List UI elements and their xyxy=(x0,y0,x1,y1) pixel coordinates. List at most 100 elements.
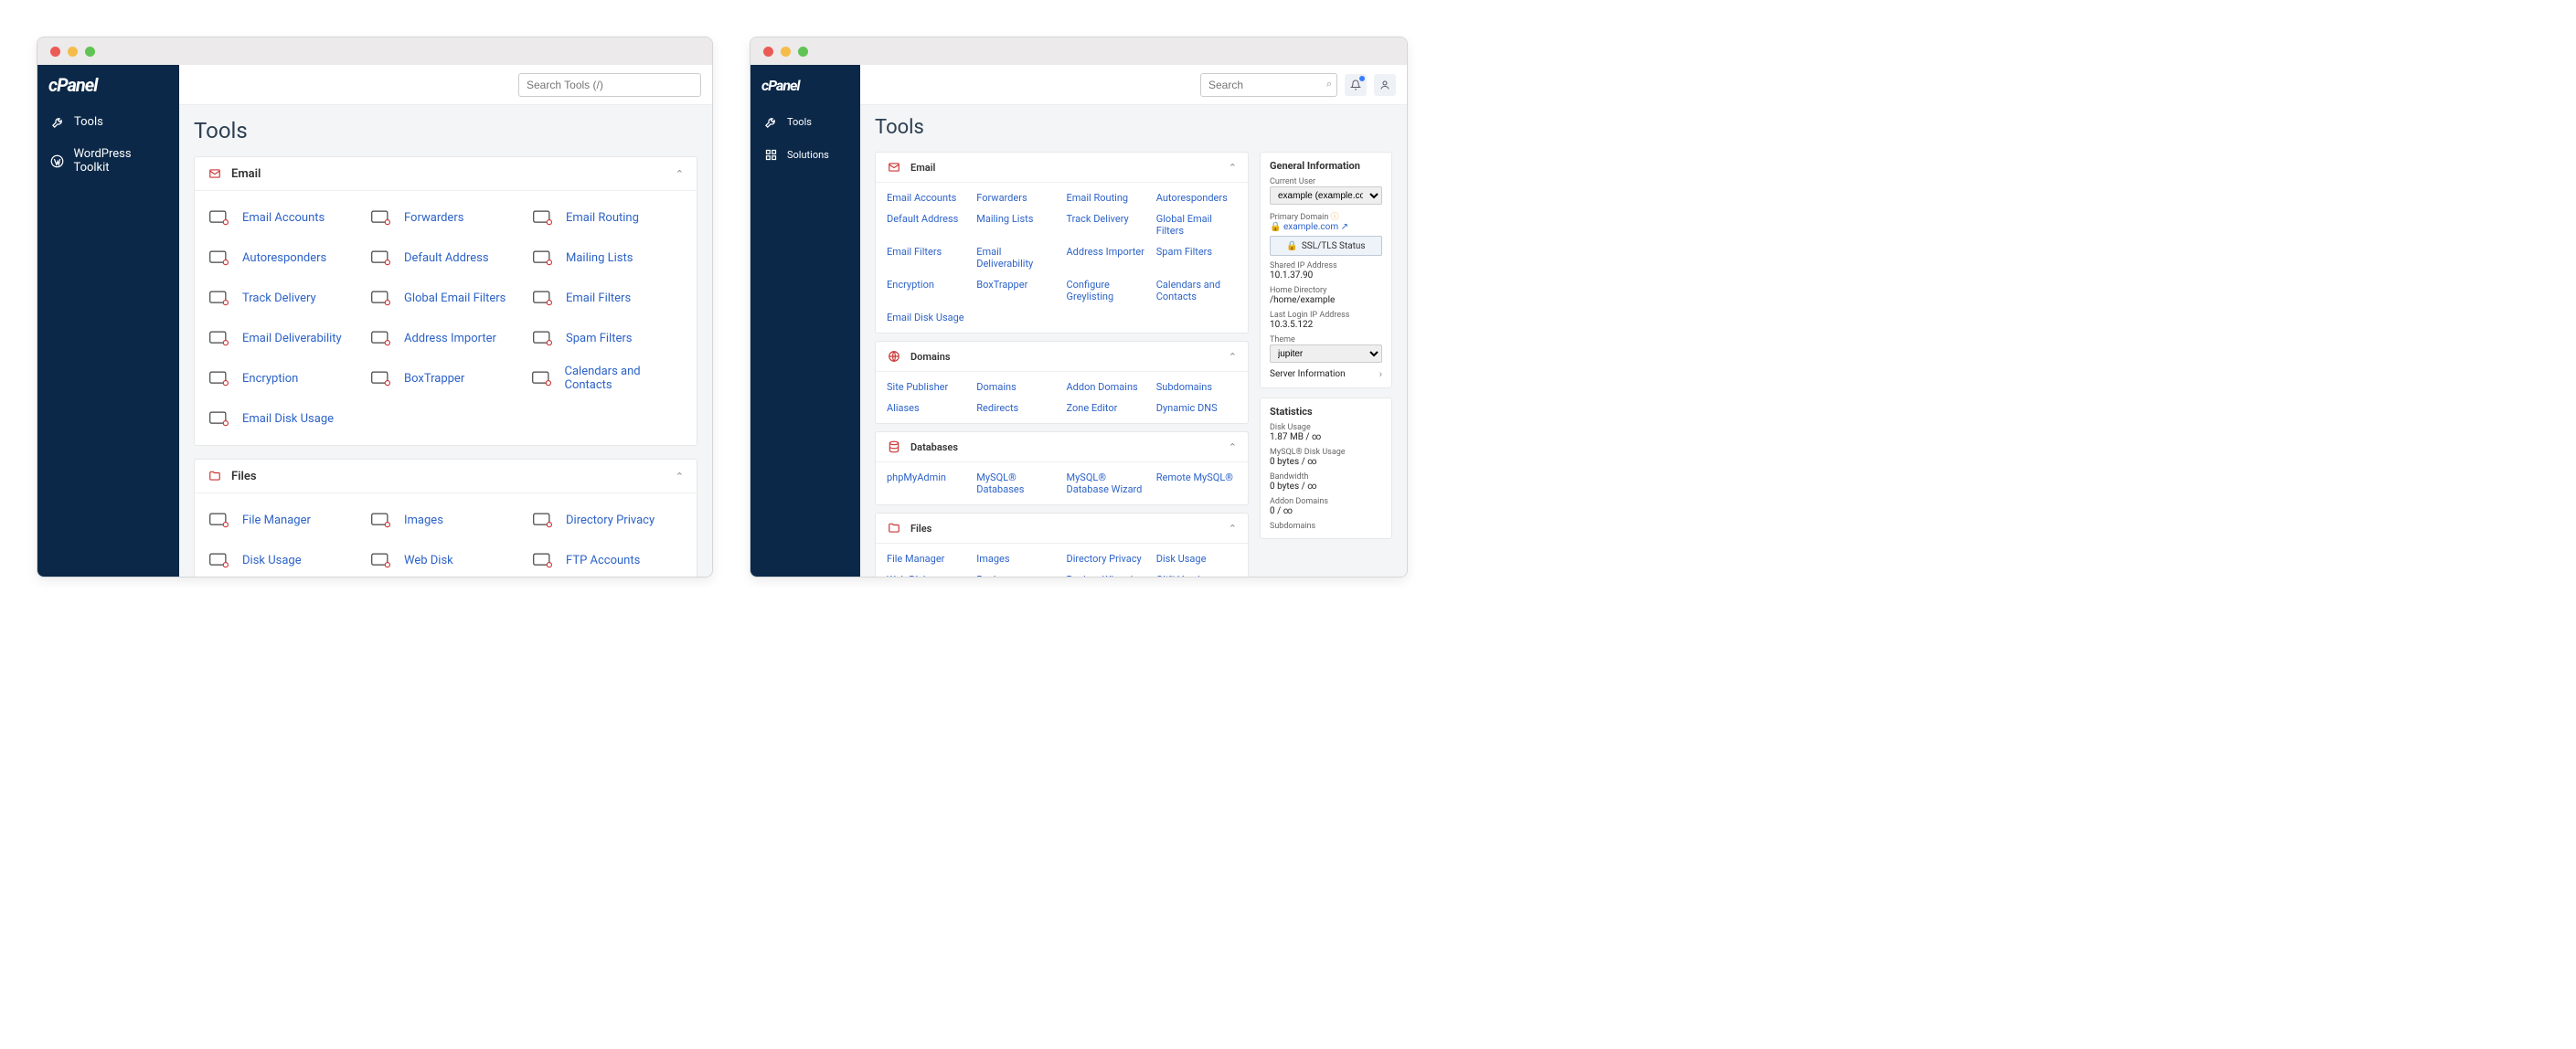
tool-file-manager[interactable]: File Manager xyxy=(887,551,967,567)
tool-address-importer[interactable]: Address Importer xyxy=(1067,244,1147,271)
tool-calendars-and-contacts[interactable]: Calendars and Contacts xyxy=(1156,277,1237,304)
zoom-icon[interactable] xyxy=(85,47,95,57)
tool-addon-domains[interactable]: Addon Domains xyxy=(1067,379,1147,395)
tool-directory-privacy[interactable]: Directory Privacy xyxy=(1067,551,1147,567)
tool-subdomains[interactable]: Subdomains xyxy=(1156,379,1237,395)
tool-forwarders[interactable]: Forwarders xyxy=(976,190,1057,206)
sidebar: cPanel ToolsSolutions xyxy=(750,65,860,577)
tool-remote-mysql-[interactable]: Remote MySQL® xyxy=(1156,470,1237,497)
tool-web-disk[interactable]: Web Disk xyxy=(887,572,967,577)
minimize-icon[interactable] xyxy=(68,47,78,57)
theme-select[interactable]: jupiter xyxy=(1270,344,1382,363)
tool-phpmyadmin[interactable]: phpMyAdmin xyxy=(887,470,967,497)
tool-images[interactable]: Images xyxy=(369,503,522,537)
sidebar-item-wordpress-toolkit[interactable]: WordPress Toolkit xyxy=(37,138,179,184)
tool-icon xyxy=(531,208,555,227)
close-icon[interactable] xyxy=(763,47,773,57)
tool-icon xyxy=(208,369,231,387)
tool-email-routing[interactable]: Email Routing xyxy=(531,200,684,235)
tool-images[interactable]: Images xyxy=(976,551,1057,567)
primary-domain-value[interactable]: 🔒 example.com ↗ xyxy=(1270,222,1382,232)
sidebar-item-tools[interactable]: Tools xyxy=(750,105,860,138)
server-information-link[interactable]: Server Information › xyxy=(1270,363,1382,380)
tool-default-address[interactable]: Default Address xyxy=(887,211,967,238)
tool-git-version-control[interactable]: Git™ Version Control xyxy=(1156,572,1237,577)
tool-web-disk[interactable]: Web Disk xyxy=(369,543,522,577)
tool-backup-wizard[interactable]: Backup Wizard xyxy=(1067,572,1147,577)
tool-file-manager[interactable]: File Manager xyxy=(208,503,360,537)
section-header-files[interactable]: Files⌃ xyxy=(195,460,697,493)
ssl-status-button[interactable]: 🔒 SSL/TLS Status xyxy=(1270,236,1382,256)
tool-default-address[interactable]: Default Address xyxy=(369,240,522,275)
search-input[interactable] xyxy=(1200,73,1337,97)
tool-directory-privacy[interactable]: Directory Privacy xyxy=(531,503,684,537)
tool-email-accounts[interactable]: Email Accounts xyxy=(887,190,967,206)
tool-configure-greylisting[interactable]: Configure Greylisting xyxy=(1067,277,1147,304)
section-header-domains[interactable]: Domains⌃ xyxy=(876,342,1248,372)
minimize-icon[interactable] xyxy=(781,47,791,57)
tool-ftp-accounts[interactable]: FTP Accounts xyxy=(531,543,684,577)
files-icon xyxy=(208,469,222,483)
tools-icon xyxy=(50,114,65,129)
tool-site-publisher[interactable]: Site Publisher xyxy=(887,379,967,395)
tool-boxtrapper[interactable]: BoxTrapper xyxy=(369,361,522,396)
tool-spam-filters[interactable]: Spam Filters xyxy=(1156,244,1237,271)
tool-autoresponders[interactable]: Autoresponders xyxy=(208,240,360,275)
tool-backup[interactable]: Backup xyxy=(976,572,1057,577)
tool-email-filters[interactable]: Email Filters xyxy=(531,281,684,315)
sidebar-item-label: WordPress Toolkit xyxy=(73,147,166,175)
tool-track-delivery[interactable]: Track Delivery xyxy=(208,281,360,315)
tool-mailing-lists[interactable]: Mailing Lists xyxy=(531,240,684,275)
tool-forwarders[interactable]: Forwarders xyxy=(369,200,522,235)
tool-redirects[interactable]: Redirects xyxy=(976,400,1057,416)
tool-email-filters[interactable]: Email Filters xyxy=(887,244,967,271)
chevron-up-icon: ⌃ xyxy=(676,471,684,482)
app-frame: cPanel ToolsWordPress Toolkit Tools Emai… xyxy=(37,65,712,577)
current-user-select[interactable]: example (example.com) xyxy=(1270,186,1382,205)
tool-encryption[interactable]: Encryption xyxy=(887,277,967,304)
section-header-databases[interactable]: Databases⌃ xyxy=(876,432,1248,462)
tool-email-disk-usage[interactable]: Email Disk Usage xyxy=(887,310,967,325)
search-input[interactable] xyxy=(518,73,701,97)
tool-email-deliverability[interactable]: Email Deliverability xyxy=(976,244,1057,271)
tool-calendars-and-contacts[interactable]: Calendars and Contacts xyxy=(531,361,684,396)
label-current-user: Current User xyxy=(1270,177,1382,186)
tool-disk-usage[interactable]: Disk Usage xyxy=(1156,551,1237,567)
tool-mysql-database-wizard[interactable]: MySQL® Database Wizard xyxy=(1067,470,1147,497)
section-header-email[interactable]: Email⌃ xyxy=(876,153,1248,183)
user-button[interactable] xyxy=(1374,74,1396,96)
tool-email-deliverability[interactable]: Email Deliverability xyxy=(208,321,360,355)
notification-button[interactable] xyxy=(1345,74,1367,96)
section-header-files[interactable]: Files⌃ xyxy=(876,514,1248,544)
tool-global-email-filters[interactable]: Global Email Filters xyxy=(369,281,522,315)
chevron-up-icon: ⌃ xyxy=(1229,351,1237,363)
tool-spam-filters[interactable]: Spam Filters xyxy=(531,321,684,355)
sidebar-item-tools[interactable]: Tools xyxy=(37,105,179,138)
tool-mailing-lists[interactable]: Mailing Lists xyxy=(976,211,1057,238)
tool-address-importer[interactable]: Address Importer xyxy=(369,321,522,355)
section-databases: Databases⌃ phpMyAdmin MySQL® Databases MySQ… xyxy=(875,431,1249,505)
tool-email-accounts[interactable]: Email Accounts xyxy=(208,200,360,235)
tool-disk-usage[interactable]: Disk Usage xyxy=(208,543,360,577)
section-header-email[interactable]: Email⌃ xyxy=(195,157,697,191)
zoom-icon[interactable] xyxy=(798,47,808,57)
tool-autoresponders[interactable]: Autoresponders xyxy=(1156,190,1237,206)
tool-email-routing[interactable]: Email Routing xyxy=(1067,190,1147,206)
tool-email-disk-usage[interactable]: Email Disk Usage xyxy=(208,401,360,436)
tool-domains[interactable]: Domains xyxy=(976,379,1057,395)
tool-icon xyxy=(208,511,231,529)
tool-zone-editor[interactable]: Zone Editor xyxy=(1067,400,1147,416)
tool-dynamic-dns[interactable]: Dynamic DNS xyxy=(1156,400,1237,416)
tool-encryption[interactable]: Encryption xyxy=(208,361,360,396)
tool-track-delivery[interactable]: Track Delivery xyxy=(1067,211,1147,238)
tool-mysql-databases[interactable]: MySQL® Databases xyxy=(976,470,1057,497)
sidebar-item-solutions[interactable]: Solutions xyxy=(750,138,860,171)
tool-global-email-filters[interactable]: Global Email Filters xyxy=(1156,211,1237,238)
tool-boxtrapper[interactable]: BoxTrapper xyxy=(976,277,1057,304)
tool-label: Track Delivery xyxy=(242,291,316,305)
tools-icon xyxy=(763,114,778,129)
close-icon[interactable] xyxy=(50,47,60,57)
lock-icon: 🔒 xyxy=(1286,241,1297,251)
tool-aliases[interactable]: Aliases xyxy=(887,400,967,416)
logo: cPanel xyxy=(37,65,179,105)
